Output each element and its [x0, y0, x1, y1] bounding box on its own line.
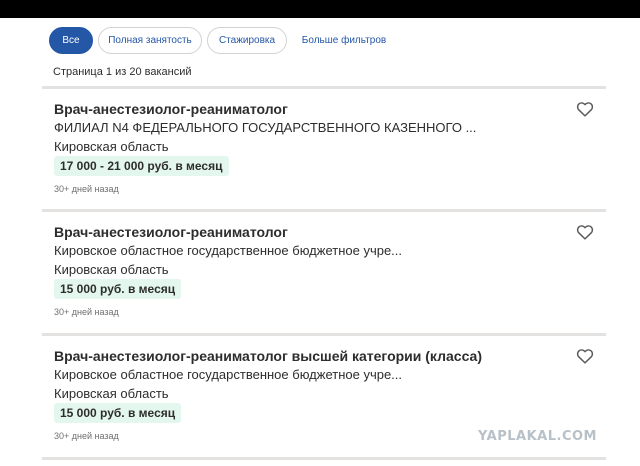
job-card[interactable]: Врач-анестезиолог-реаниматолог Кировское… — [42, 209, 606, 333]
heart-icon[interactable] — [576, 101, 594, 117]
company-name: ФИЛИАЛ N4 ФЕДЕРАЛЬНОГО ГОСУДАРСТВЕННОГО … — [54, 120, 477, 135]
salary-badge: 15 000 руб. в месяц — [54, 279, 182, 299]
posted-date: 30+ дней назад — [54, 184, 119, 194]
filter-all-button[interactable]: Все — [49, 27, 93, 54]
job-card[interactable]: Врач-анестезиолог-реаниматолог ФИЛИАЛ N4… — [42, 86, 606, 208]
job-location: Кировская область — [54, 139, 169, 154]
salary-badge: 15 000 руб. в месяц — [54, 403, 182, 423]
filter-full-time-button[interactable]: Полная занятость — [98, 27, 202, 54]
company-name: Кировское областное государственное бюдж… — [54, 367, 403, 382]
page-info: Страница 1 из 20 вакансий — [53, 66, 192, 78]
job-title[interactable]: Врач-анестезиолог-реаниматолог — [54, 224, 288, 240]
job-location: Кировская область — [54, 386, 169, 401]
salary-badge: 17 000 - 21 000 руб. в месяц — [54, 156, 229, 176]
posted-date: 30+ дней назад — [54, 431, 119, 441]
heart-icon[interactable] — [576, 348, 594, 364]
watermark: YAPLAKAL.COM — [478, 429, 597, 444]
job-title[interactable]: Врач-анестезиолог-реаниматолог — [54, 101, 288, 117]
status-bar — [0, 0, 640, 18]
job-location: Кировская область — [54, 262, 169, 277]
filter-bar: Все Полная занятость Стажировка Больше ф… — [49, 27, 396, 54]
more-filters-button[interactable]: Больше фильтров — [292, 27, 396, 54]
divider — [42, 457, 606, 460]
company-name: Кировское областное государственное бюдж… — [54, 243, 403, 258]
heart-icon[interactable] — [576, 224, 594, 240]
filter-internship-button[interactable]: Стажировка — [207, 27, 287, 54]
job-title[interactable]: Врач-анестезиолог-реаниматолог высшей ка… — [54, 348, 482, 364]
posted-date: 30+ дней назад — [54, 307, 119, 317]
